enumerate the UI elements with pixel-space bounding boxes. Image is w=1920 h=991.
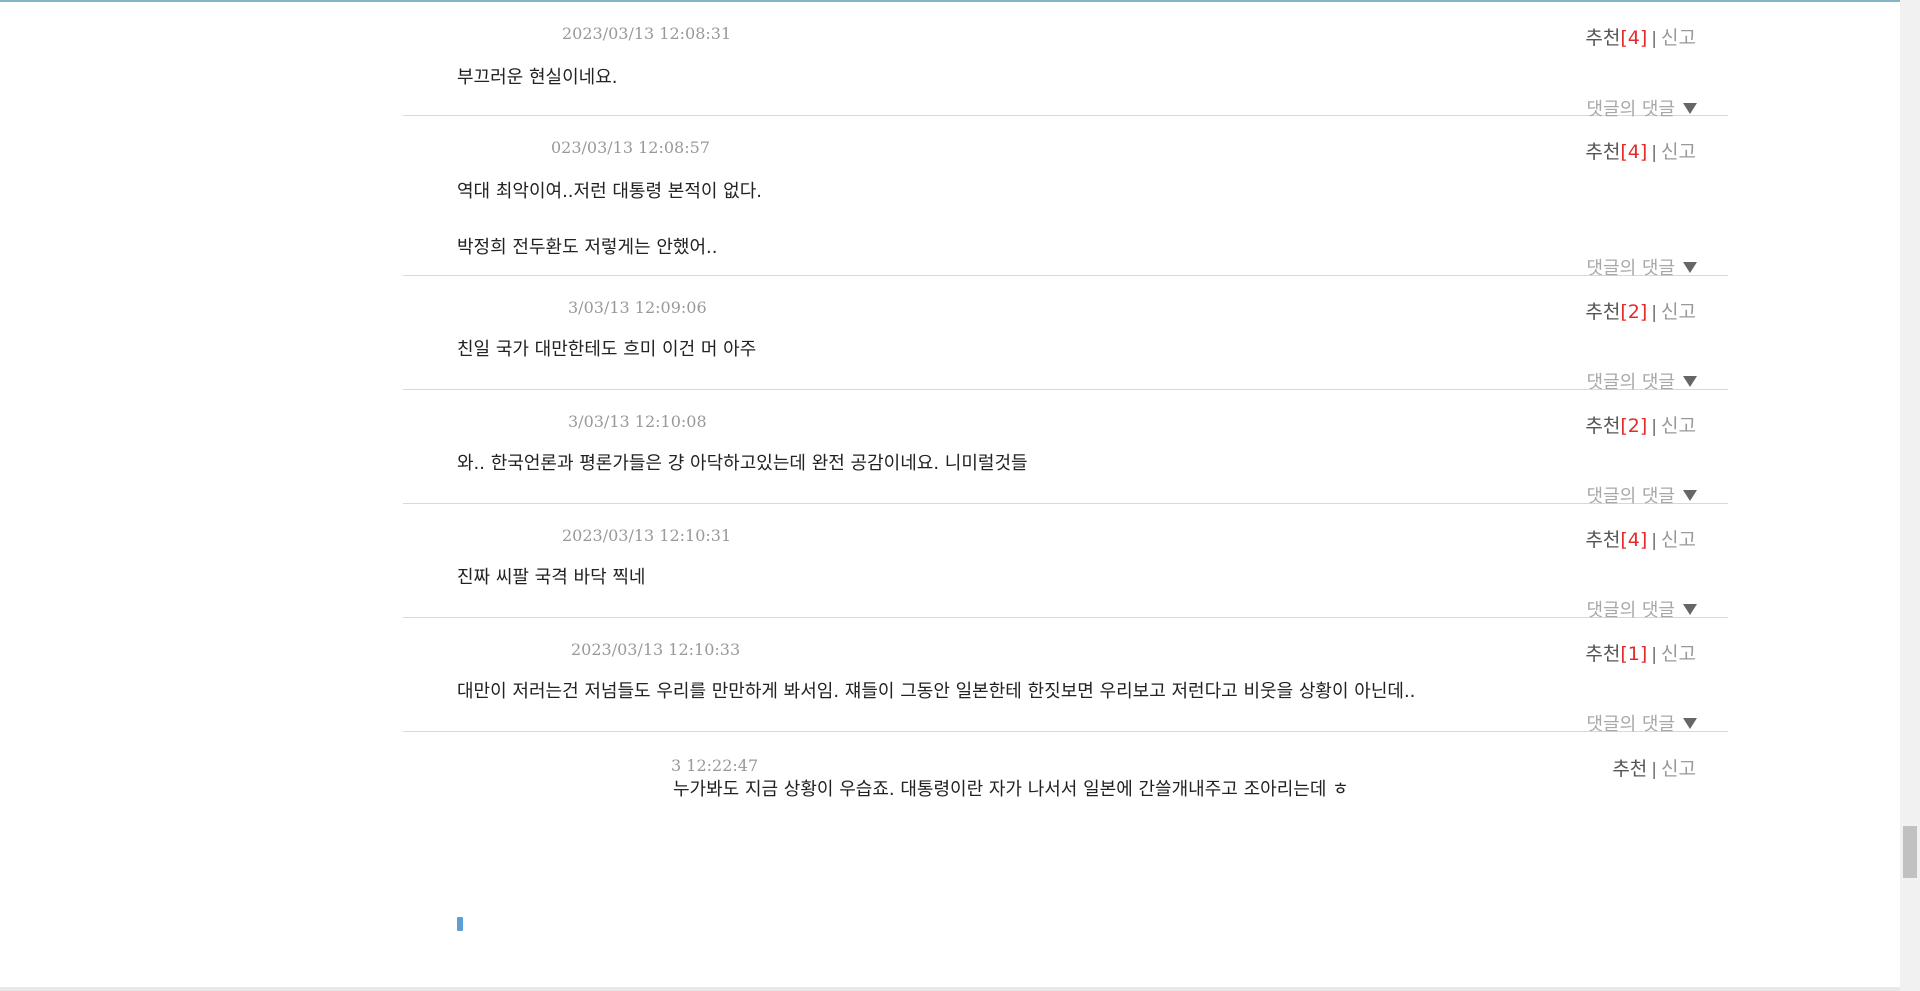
- comment-body: 대만이 저러는건 저넘들도 우리를 만만하게 봐서임. 쟤들이 그동안 일본한테…: [457, 678, 1415, 706]
- comment-item: 2023/03/13 12:08:31 추천[4] | 신고 부끄러운 현실이네요.…: [403, 2, 1728, 120]
- comment-actions: 추천[4] | 신고: [1585, 525, 1696, 552]
- comment-actions: 추천 | 신고: [1612, 754, 1696, 781]
- comment-date: 3/03/13 12:09:06: [568, 298, 707, 317]
- comment-body: 친일 국가 대만한테도 흐미 이건 머 아주: [457, 336, 756, 364]
- report-button[interactable]: 신고: [1661, 643, 1696, 665]
- triangle-down-icon: [1683, 490, 1697, 501]
- comment-item: 3/03/13 12:09:06 추천[2] | 신고 친일 국가 대만한테도 흐미…: [403, 276, 1728, 393]
- comment-date: 023/03/13 12:08:57: [551, 138, 710, 157]
- comment-actions: 추천[4] | 신고: [1585, 137, 1696, 164]
- comment-body: 와.. 한국언론과 평론가들은 걍 아닥하고있는데 완전 공감이네요. 니미럴것…: [457, 450, 1028, 478]
- comment-text: 친일 국가 대만한테도 흐미 이건 머 아주: [457, 339, 757, 360]
- comment-text: 누가봐도 지금 상황이 우습죠. 대통령이란 자가 나서서 일본에 간쓸개내주고…: [673, 779, 1349, 800]
- comment-date: 3/03/13 12:10:08: [568, 412, 707, 431]
- triangle-down-icon: [1683, 718, 1697, 729]
- recommend-count: [4]: [1620, 529, 1648, 551]
- comment-text: 진짜 씨팔 국격 바닥 찍네: [457, 567, 646, 588]
- report-button[interactable]: 신고: [1661, 141, 1696, 163]
- recommend-count: [2]: [1620, 415, 1648, 437]
- action-separator: |: [1651, 531, 1658, 551]
- recommend-count: [2]: [1620, 301, 1648, 323]
- comment-item: 3/03/13 12:10:08 추천[2] | 신고 와.. 한국언론과 평론가들…: [403, 390, 1728, 507]
- comment-item: 2023/03/13 12:10:33 추천[1] | 신고 대만이 저러는건 저넘…: [403, 618, 1728, 735]
- comment-item: 3 12:22:47 추천 | 신고 누가봐도 지금 상황이 우습죠. 대통령이란 …: [403, 732, 1728, 852]
- comment-actions: 추천[2] | 신고: [1585, 297, 1696, 324]
- report-button[interactable]: 신고: [1661, 415, 1696, 437]
- recommend-button[interactable]: 추천: [1585, 141, 1620, 163]
- recommend-count: [4]: [1620, 141, 1648, 163]
- comment-item: 2023/03/13 12:10:31 추천[4] | 신고 진짜 씨팔 국격 바닥…: [403, 504, 1728, 621]
- comment-date: 2023/03/13 12:08:31: [562, 24, 732, 43]
- comment-actions: 추천[2] | 신고: [1585, 411, 1696, 438]
- comment-item: 023/03/13 12:08:57 추천[4] | 신고 역대 최악이여..저런 …: [403, 116, 1728, 279]
- comment-date: 2023/03/13 12:10:31: [562, 526, 732, 545]
- triangle-down-icon: [1683, 376, 1697, 387]
- recommend-count: [1]: [1620, 643, 1648, 665]
- triangle-down-icon: [1683, 262, 1697, 273]
- report-button[interactable]: 신고: [1661, 529, 1696, 551]
- comment-text: 와.. 한국언론과 평론가들은 걍 아닥하고있는데 완전 공감이네요. 니미럴것…: [457, 453, 1028, 474]
- comment-date: 3 12:22:47: [671, 756, 759, 775]
- comment-list: 2023/03/13 12:08:31 추천[4] | 신고 부끄러운 현실이네요.…: [403, 2, 1728, 852]
- recommend-button[interactable]: 추천: [1585, 27, 1620, 49]
- recommend-button[interactable]: 추천: [1585, 643, 1620, 665]
- recommend-button[interactable]: 추천: [1585, 301, 1620, 323]
- comment-text: 박정희 전두환도 저렇게는 안했어..: [457, 237, 718, 258]
- triangle-down-icon: [1683, 103, 1697, 114]
- report-button[interactable]: 신고: [1661, 301, 1696, 323]
- recommend-button[interactable]: 추천: [1612, 758, 1647, 780]
- comment-body: 역대 최악이여..저런 대통령 본적이 없다. 박정희 전두환도 저렇게는 안했…: [457, 178, 762, 262]
- action-separator: |: [1651, 417, 1658, 437]
- action-separator: |: [1651, 760, 1658, 780]
- recommend-count: [4]: [1620, 27, 1648, 49]
- comment-actions: 추천[1] | 신고: [1585, 639, 1696, 666]
- reply-indicator-icon: [457, 917, 463, 931]
- comment-body: 진짜 씨팔 국격 바닥 찍네: [457, 564, 646, 592]
- recommend-button[interactable]: 추천: [1585, 529, 1620, 551]
- comment-text: 대만이 저러는건 저넘들도 우리를 만만하게 봐서임. 쟤들이 그동안 일본한테…: [457, 681, 1416, 702]
- report-button[interactable]: 신고: [1661, 27, 1696, 49]
- action-separator: |: [1651, 645, 1658, 665]
- scrollbar-thumb[interactable]: [1903, 826, 1917, 878]
- triangle-down-icon: [1683, 604, 1697, 615]
- report-button[interactable]: 신고: [1661, 758, 1696, 780]
- recommend-button[interactable]: 추천: [1585, 415, 1620, 437]
- comment-body: 부끄러운 현실이네요.: [457, 64, 617, 92]
- action-separator: |: [1651, 29, 1658, 49]
- bottom-edge: [0, 987, 1900, 991]
- action-separator: |: [1651, 303, 1658, 323]
- comment-text: 부끄러운 현실이네요.: [457, 67, 618, 88]
- comment-actions: 추천[4] | 신고: [1585, 23, 1696, 50]
- comment-body: 누가봐도 지금 상황이 우습죠. 대통령이란 자가 나서서 일본에 간쓸개내주고…: [673, 776, 1349, 804]
- action-separator: |: [1651, 143, 1658, 163]
- comment-date: 2023/03/13 12:10:33: [571, 640, 741, 659]
- comment-text: 역대 최악이여..저런 대통령 본적이 없다.: [457, 181, 763, 202]
